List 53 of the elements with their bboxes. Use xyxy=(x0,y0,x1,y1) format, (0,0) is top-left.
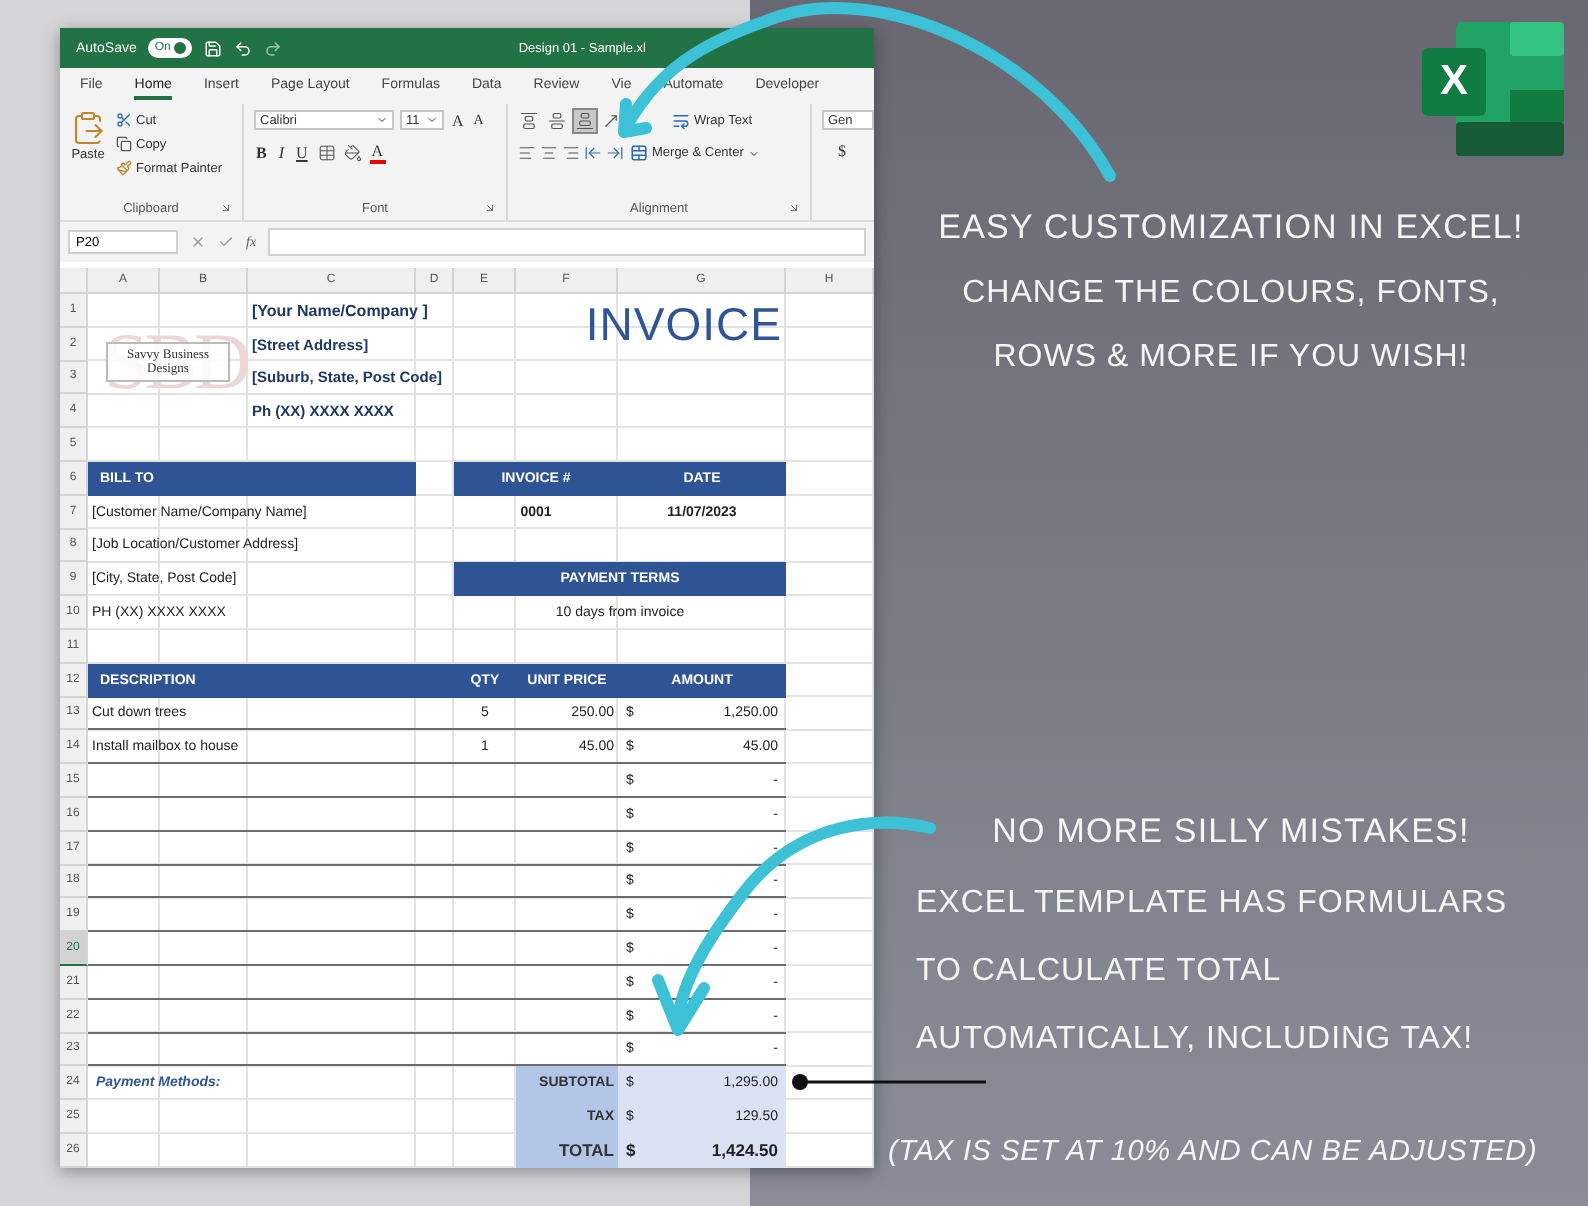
currency-button[interactable]: $ xyxy=(822,142,862,160)
invoice-title: INVOICE xyxy=(583,296,784,354)
promo-heading: NO MORE SILLY MISTAKES! xyxy=(992,812,1470,852)
align-top-icon xyxy=(520,112,538,130)
align-middle-icon xyxy=(548,112,566,130)
cancel-icon[interactable] xyxy=(190,234,206,250)
redo-icon[interactable] xyxy=(264,39,283,57)
vertical-align-button[interactable] xyxy=(546,110,568,132)
save-icon[interactable] xyxy=(204,39,223,57)
copy-icon xyxy=(116,136,132,152)
grow-font-button[interactable]: A xyxy=(450,111,466,129)
currency-symbol: $ xyxy=(626,1140,636,1161)
check-icon[interactable] xyxy=(218,234,234,250)
scissors-icon xyxy=(116,112,132,128)
align-center-icon[interactable] xyxy=(540,144,558,162)
wrap-text-icon xyxy=(672,112,690,130)
clipboard-icon xyxy=(70,110,106,146)
paintbrush-icon xyxy=(116,160,132,176)
fill-color-icon[interactable] xyxy=(343,144,362,162)
align-right-icon[interactable] xyxy=(562,144,580,162)
caret-icon xyxy=(747,147,760,159)
borders-icon[interactable] xyxy=(317,144,336,162)
merge-cells-icon xyxy=(630,144,648,162)
decrease-indent-icon[interactable] xyxy=(584,144,602,162)
dialog-launcher-icon[interactable] xyxy=(220,202,232,214)
underline-button[interactable]: U xyxy=(294,144,310,162)
undo-icon[interactable] xyxy=(234,39,253,57)
vertical-align-button[interactable] xyxy=(518,110,540,132)
align-left-icon[interactable] xyxy=(518,144,536,162)
formula-input-field[interactable] xyxy=(268,228,866,256)
promo-heading: EASY CUSTOMIZATION IN EXCEL! xyxy=(938,208,1524,248)
dialog-launcher-icon[interactable] xyxy=(788,202,800,214)
italic-button[interactable]: I xyxy=(276,144,287,162)
promo-text: ROWS & MORE IF YOU WISH! xyxy=(993,340,1469,376)
vertical-align-button[interactable] xyxy=(574,110,596,132)
promo-text: AUTOMATICALLY, INCLUDING TAX! xyxy=(916,1022,1476,1058)
font-color-button[interactable]: A xyxy=(369,142,386,164)
logo-letter: X xyxy=(1437,56,1470,108)
promo-text: TO CALCULATE TOTAL xyxy=(916,954,1284,990)
total-label: TOTAL xyxy=(516,1133,618,1168)
bold-button[interactable]: B xyxy=(254,144,269,162)
promo-note: (TAX IS SET AT 10% AND CAN BE ADJUSTED) xyxy=(888,1136,1538,1168)
orientation-icon[interactable] xyxy=(602,112,620,130)
company-detail: [Your Name/Company ] xyxy=(250,299,430,324)
promo-text: CHANGE THE COLOURS, FONTS, xyxy=(962,276,1500,312)
align-bottom-icon xyxy=(576,112,594,130)
total-amount: 1,424.50 xyxy=(711,1140,778,1161)
caret-icon xyxy=(376,114,388,126)
promo-text: EXCEL TEMPLATE HAS FORMULARS xyxy=(916,886,1508,922)
increase-indent-icon[interactable] xyxy=(606,144,624,162)
spreadsheet-app-logo xyxy=(1422,22,1564,156)
caret-icon xyxy=(426,114,438,126)
dialog-launcher-icon[interactable] xyxy=(484,202,496,214)
